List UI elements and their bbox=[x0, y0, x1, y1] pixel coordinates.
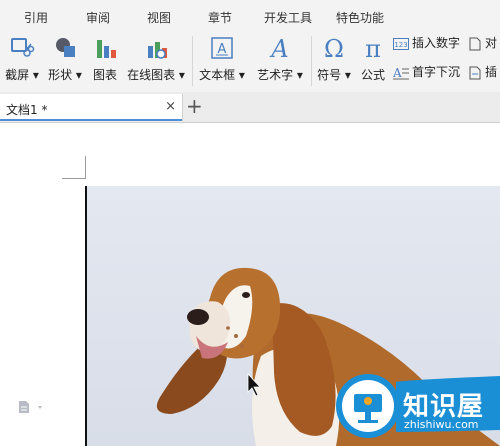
omega-symbol-icon: Ω bbox=[324, 35, 344, 62]
document-tab[interactable]: 文档1 * × bbox=[0, 94, 183, 121]
object-label: 对 bbox=[485, 36, 498, 50]
svg-text:A: A bbox=[393, 66, 402, 80]
shapes-icon bbox=[56, 38, 75, 57]
formula-label: 公式 bbox=[360, 68, 385, 82]
screenshot-label: 截屏 bbox=[5, 68, 30, 82]
chart-icon bbox=[97, 40, 116, 58]
wordart-label: 艺术字 bbox=[257, 68, 294, 82]
insert-number-icon: 123 bbox=[393, 37, 409, 50]
svg-text:123: 123 bbox=[394, 41, 407, 49]
symbol-label: 符号 bbox=[317, 68, 342, 82]
svg-text:A: A bbox=[269, 35, 288, 62]
menu-item-view[interactable]: 视图 bbox=[147, 9, 171, 26]
watermark-url: zhishiwu.com bbox=[404, 418, 479, 431]
insert-number-label: 插入数字 bbox=[412, 36, 461, 50]
menu-item-review[interactable]: 审阅 bbox=[86, 9, 110, 26]
ribbon-divider bbox=[192, 36, 193, 86]
wordart-button[interactable]: A 艺术字 ▾ bbox=[252, 30, 308, 90]
textbox-icon: A bbox=[211, 37, 233, 59]
online-chart-button[interactable]: 在线图表 ▾ bbox=[124, 30, 188, 90]
insert-file-icon bbox=[469, 66, 481, 79]
active-tab-indicator bbox=[0, 119, 182, 121]
shapes-label: 形状 bbox=[48, 68, 73, 82]
new-tab-button[interactable]: + bbox=[186, 94, 203, 118]
menu-item-references[interactable]: 引用 bbox=[24, 9, 48, 26]
formula-button[interactable]: π 公式 bbox=[356, 30, 390, 90]
textbox-label: 文本框 bbox=[199, 68, 236, 82]
menu-item-developer[interactable]: 开发工具 bbox=[264, 9, 312, 26]
insert-number-button[interactable]: 123 插入数字 bbox=[393, 34, 460, 54]
wordart-icon: A bbox=[269, 35, 288, 62]
document-tab-title: 文档1 * bbox=[6, 103, 48, 117]
svg-text:π: π bbox=[365, 35, 381, 62]
ribbon-toolbar: 截屏 ▾ 形状 ▾ 图表 在线图表 ▾ A 文本框 ▾ A 艺术字 ▾ Ω 符号… bbox=[0, 30, 500, 93]
drop-cap-button[interactable]: A 首字下沉 bbox=[392, 63, 461, 83]
close-tab-icon[interactable]: × bbox=[165, 99, 176, 114]
chart-label: 图表 bbox=[92, 68, 117, 82]
page-margin-line bbox=[85, 186, 87, 446]
screenshot-button[interactable]: 截屏 ▾ bbox=[2, 30, 42, 90]
online-chart-icon bbox=[148, 42, 167, 59]
menu-item-sections[interactable]: 章节 bbox=[208, 9, 232, 26]
drop-cap-label: 首字下沉 bbox=[412, 65, 461, 79]
ribbon-divider bbox=[311, 36, 312, 86]
shapes-button[interactable]: 形状 ▾ bbox=[44, 30, 86, 90]
symbol-button[interactable]: Ω 符号 ▾ bbox=[314, 30, 354, 90]
menu-item-special-features[interactable]: 特色功能 bbox=[336, 9, 384, 26]
online-chart-label: 在线图表 bbox=[127, 68, 176, 82]
svg-text:Ω: Ω bbox=[324, 35, 344, 62]
insert-file-button[interactable]: 插 bbox=[468, 63, 497, 83]
menu-bar: 引用 审阅 视图 章节 开发工具 特色功能 bbox=[0, 0, 500, 30]
margin-corner-mark bbox=[62, 178, 86, 179]
textbox-button[interactable]: A 文本框 ▾ bbox=[196, 30, 248, 90]
margin-corner-mark bbox=[85, 156, 86, 178]
screenshot-icon bbox=[11, 38, 35, 57]
object-icon bbox=[469, 37, 481, 50]
insert-file-label: 插 bbox=[485, 65, 498, 79]
drop-cap-icon: A bbox=[392, 66, 409, 80]
chart-button[interactable]: 图表 bbox=[88, 30, 122, 90]
page-view-icon[interactable] bbox=[18, 400, 46, 414]
pi-formula-icon: π bbox=[365, 35, 381, 62]
object-button[interactable]: 对 bbox=[468, 34, 497, 54]
document-tab-strip: 文档1 * × + bbox=[0, 92, 500, 123]
